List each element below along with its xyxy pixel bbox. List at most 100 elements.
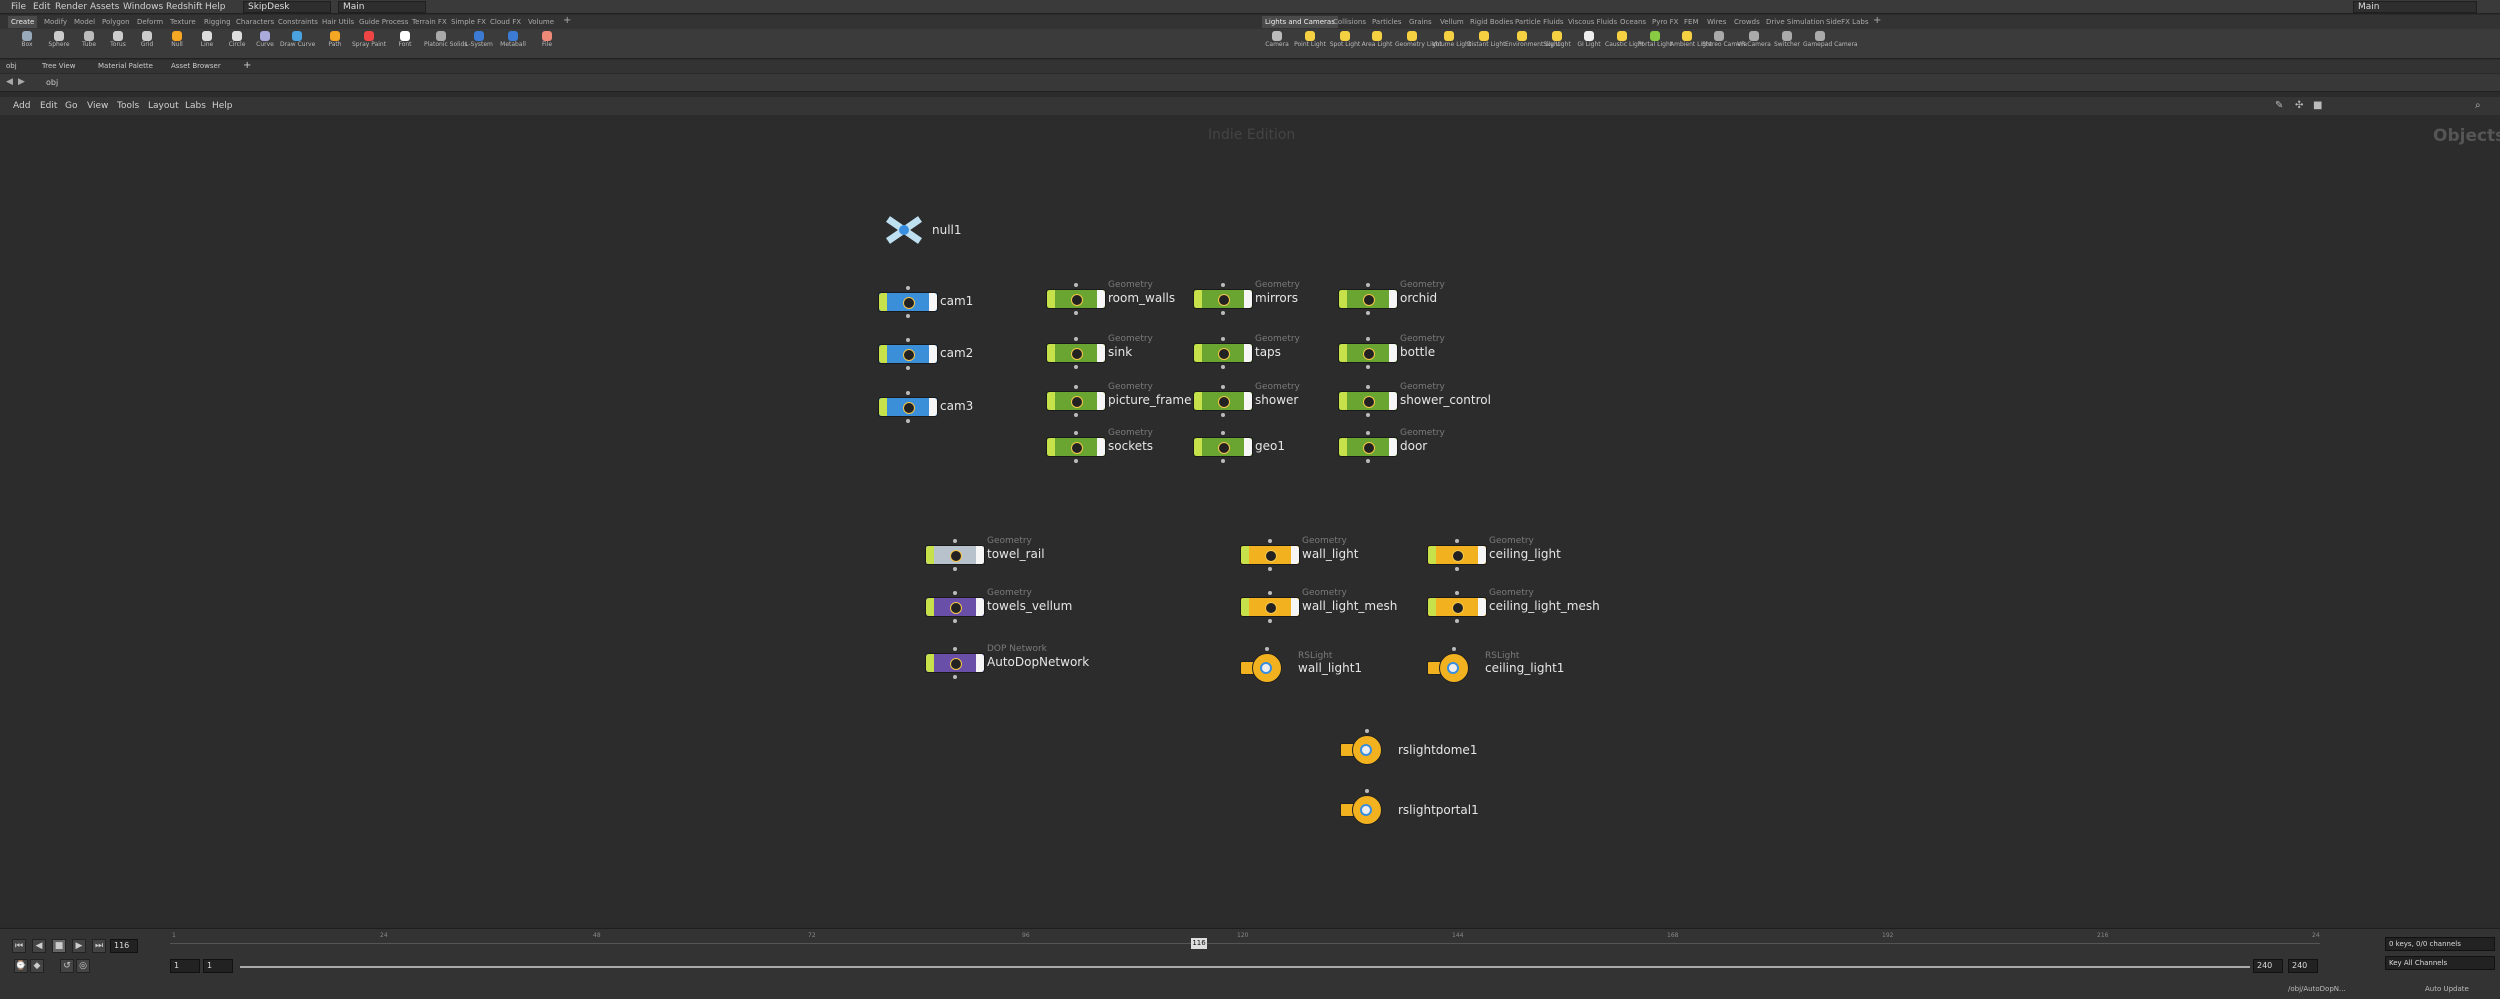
shelf-l-system-tool[interactable]: L-System bbox=[462, 31, 496, 48]
node-wall-light-mesh[interactable] bbox=[1240, 597, 1300, 617]
node-mirrors[interactable] bbox=[1193, 289, 1253, 309]
shelf-tab-hair-utils[interactable]: Hair Utils bbox=[322, 18, 354, 26]
node-rslightportal1[interactable] bbox=[1340, 795, 1382, 825]
shelf-tab-characters[interactable]: Characters bbox=[236, 18, 274, 26]
display-flag[interactable] bbox=[1478, 546, 1486, 564]
keyframe-icon[interactable]: ◆ bbox=[30, 959, 44, 973]
shelf-geometry-light-tool[interactable]: Geometry Light bbox=[1395, 31, 1442, 48]
shelf-add-tab-button[interactable]: + bbox=[563, 15, 571, 26]
shelf-tab-drive-simulation[interactable]: Drive Simulation bbox=[1766, 18, 1824, 26]
input-connector[interactable] bbox=[1074, 337, 1078, 341]
bypass-flag[interactable] bbox=[1241, 546, 1249, 564]
shelf-tab-rigging[interactable]: Rigging bbox=[204, 18, 231, 26]
display-icon[interactable]: ■ bbox=[2313, 100, 2322, 111]
bypass-flag[interactable] bbox=[1339, 438, 1347, 456]
node-geo1[interactable] bbox=[1193, 437, 1253, 457]
input-connector[interactable] bbox=[953, 647, 957, 651]
input-connector[interactable] bbox=[1366, 337, 1370, 341]
output-connector[interactable] bbox=[1366, 311, 1370, 315]
output-connector[interactable] bbox=[906, 314, 910, 318]
shelf-area-light-tool[interactable]: Area Light bbox=[1360, 31, 1394, 48]
output-connector[interactable] bbox=[1074, 365, 1078, 369]
node-bottle[interactable] bbox=[1338, 343, 1398, 363]
shelf-volume-light-tool[interactable]: Volume Light bbox=[1432, 31, 1471, 48]
shelf-spray-paint-tool[interactable]: Spray Paint bbox=[352, 31, 386, 48]
output-connector[interactable] bbox=[1074, 413, 1078, 417]
shelf-font-tool[interactable]: Font bbox=[388, 31, 422, 48]
display-flag[interactable] bbox=[1244, 290, 1252, 308]
display-flag[interactable] bbox=[1389, 438, 1397, 456]
input-connector[interactable] bbox=[1221, 283, 1225, 287]
pane-add-tab-button[interactable]: + bbox=[243, 60, 251, 71]
shelf-camera-tool[interactable]: Camera bbox=[1260, 31, 1294, 48]
shelf-tab-particle-fluids[interactable]: Particle Fluids bbox=[1515, 18, 1564, 26]
shelf-tab-wires[interactable]: Wires bbox=[1707, 18, 1726, 26]
shelf-point-light-tool[interactable]: Point Light bbox=[1293, 31, 1327, 48]
shelf-null-tool[interactable]: Null bbox=[160, 31, 194, 48]
forward-arrow-icon[interactable]: ▶ bbox=[18, 77, 25, 87]
node-towel-rail[interactable] bbox=[925, 545, 985, 565]
input-connector[interactable] bbox=[1074, 283, 1078, 287]
shelf-tab-particles[interactable]: Particles bbox=[1372, 18, 1402, 26]
shelf-box-tool[interactable]: Box bbox=[10, 31, 44, 48]
input-connector[interactable] bbox=[953, 539, 957, 543]
range-end2-field[interactable]: 240 bbox=[2288, 959, 2318, 973]
bypass-flag[interactable] bbox=[1194, 344, 1202, 362]
input-connector[interactable] bbox=[1268, 539, 1272, 543]
bypass-flag[interactable] bbox=[1339, 344, 1347, 362]
output-connector[interactable] bbox=[1074, 459, 1078, 463]
shelf-tab-model[interactable]: Model bbox=[74, 18, 95, 26]
node-sockets[interactable] bbox=[1046, 437, 1106, 457]
snap-icon[interactable]: ✣ bbox=[2295, 100, 2303, 111]
key-all-channels-dropdown[interactable]: Key All Channels bbox=[2385, 956, 2495, 970]
node-taps[interactable] bbox=[1193, 343, 1253, 363]
shelf-switcher-tool[interactable]: Switcher bbox=[1770, 31, 1804, 48]
shelf-caustic-light-tool[interactable]: Caustic Light bbox=[1605, 31, 1644, 48]
node-cam1[interactable] bbox=[878, 292, 938, 312]
shelf-tab-sidefx-labs[interactable]: SideFX Labs bbox=[1826, 18, 1868, 26]
node-sink[interactable] bbox=[1046, 343, 1106, 363]
bypass-flag[interactable] bbox=[1047, 344, 1055, 362]
display-flag[interactable] bbox=[1244, 344, 1252, 362]
display-flag[interactable] bbox=[976, 546, 984, 564]
node-picture-frame[interactable] bbox=[1046, 391, 1106, 411]
display-flag[interactable] bbox=[929, 345, 937, 363]
play-button[interactable]: ▶ bbox=[72, 939, 86, 953]
net-menu-help[interactable]: Help bbox=[212, 101, 233, 111]
net-menu-layout[interactable]: Layout bbox=[148, 101, 179, 111]
output-connector[interactable] bbox=[1268, 567, 1272, 571]
shelf-tab-texture[interactable]: Texture bbox=[170, 18, 196, 26]
shelf-tab-crowds[interactable]: Crowds bbox=[1734, 18, 1760, 26]
input-connector[interactable] bbox=[906, 338, 910, 342]
display-flag[interactable] bbox=[1244, 438, 1252, 456]
node-cam3[interactable] bbox=[878, 397, 938, 417]
input-connector[interactable] bbox=[1074, 385, 1078, 389]
shelf-stereo-camera-tool[interactable]: Stereo Camera bbox=[1702, 31, 1747, 48]
input-connector[interactable] bbox=[1452, 647, 1456, 651]
menu-windows[interactable]: Windows bbox=[123, 2, 163, 12]
display-flag[interactable] bbox=[976, 598, 984, 616]
shelf-tab-pyro-fx[interactable]: Pyro FX bbox=[1652, 18, 1678, 26]
net-menu-tools[interactable]: Tools bbox=[117, 101, 139, 111]
shelf-tab-vellum[interactable]: Vellum bbox=[1440, 18, 1464, 26]
step-back-button[interactable]: ◀ bbox=[32, 939, 46, 953]
jump-end-button[interactable]: ⏭ bbox=[92, 939, 106, 953]
node-null1[interactable] bbox=[884, 215, 924, 245]
output-connector[interactable] bbox=[953, 619, 957, 623]
net-menu-labs[interactable]: Labs bbox=[185, 101, 206, 111]
pane-tab-asset-browser[interactable]: Asset Browser bbox=[171, 62, 221, 70]
input-connector[interactable] bbox=[1455, 539, 1459, 543]
shelf-add-tab-button-right[interactable]: + bbox=[1873, 15, 1881, 26]
pane-tab-tree-view[interactable]: Tree View bbox=[42, 62, 75, 70]
display-flag[interactable] bbox=[1389, 392, 1397, 410]
shelf-sky-light-tool[interactable]: Sky Light bbox=[1540, 31, 1574, 48]
output-connector[interactable] bbox=[1221, 311, 1225, 315]
display-flag[interactable] bbox=[1097, 290, 1105, 308]
bypass-flag[interactable] bbox=[1194, 290, 1202, 308]
loop-icon[interactable]: ↺ bbox=[60, 959, 74, 973]
auto-update-dropdown[interactable]: Auto Update bbox=[2425, 985, 2469, 993]
shelf-tab-terrain-fx[interactable]: Terrain FX bbox=[412, 18, 447, 26]
shelf-tab-create[interactable]: Create bbox=[8, 16, 38, 28]
node-autodopnetwork[interactable] bbox=[925, 653, 985, 673]
input-connector[interactable] bbox=[1365, 789, 1369, 793]
